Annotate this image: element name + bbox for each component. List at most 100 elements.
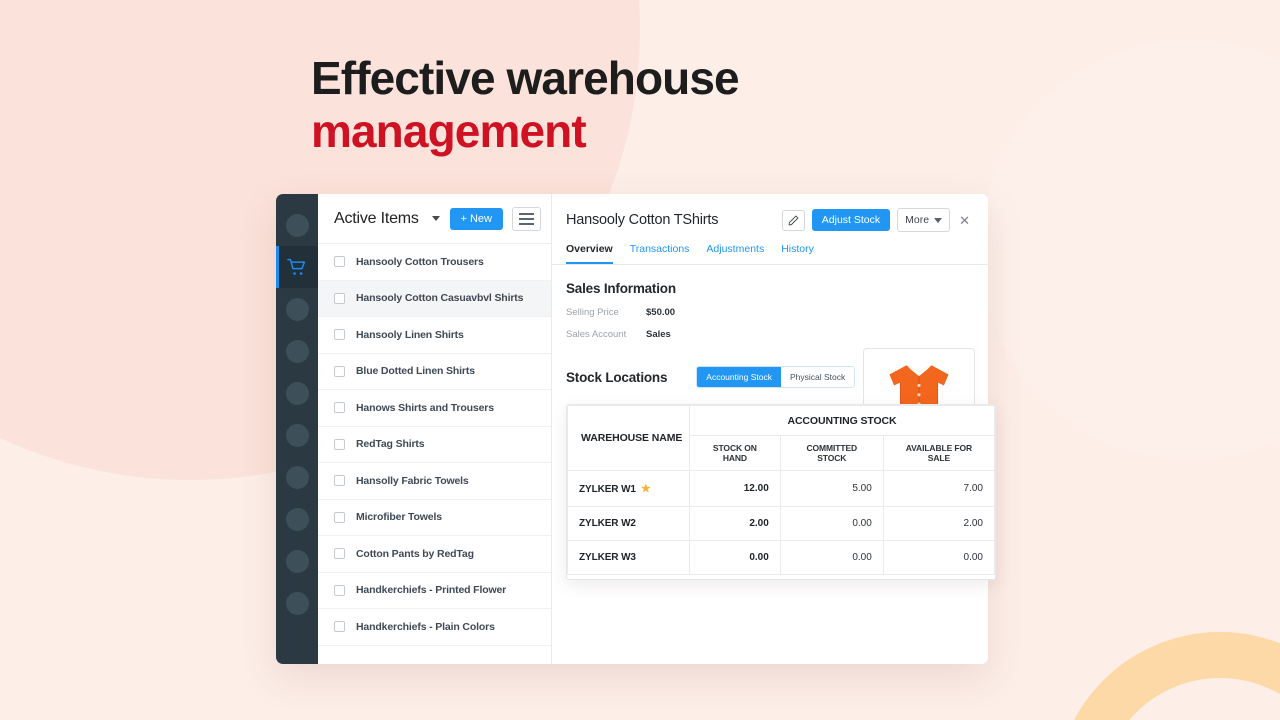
item-list-panel: Active Items + New Hansooly Cotton Trous… [318,194,552,664]
sidebar-item-nav-placeholder-4[interactable] [276,330,318,372]
column-header: STOCK ON HAND [689,435,781,471]
sidebar-item-nav-placeholder-6[interactable] [276,414,318,456]
list-item-label: Hansolly Fabric Towels [356,474,469,487]
tab-adjustments[interactable]: Adjustments [706,243,764,264]
tab-transactions[interactable]: Transactions [630,243,690,264]
row-checkbox[interactable] [334,511,345,523]
circle-icon [285,423,309,447]
list-item[interactable]: Hansooly Linen Shirts [318,317,551,354]
available-for-sale-cell: 2.00 [882,506,995,541]
list-item[interactable]: Blue Dotted Linen Shirts [318,354,551,390]
list-item[interactable]: Hansolly Fabric Towels [318,463,551,500]
circle-icon [285,297,309,321]
warehouse-label: ZYLKER W2 [579,518,636,529]
table-row[interactable]: ZYLKER W2 2.00 0.00 2.00 [567,506,995,541]
list-item[interactable]: Cotton Pants by RedTag [318,536,551,573]
sidebar-item-nav-placeholder-9[interactable] [276,540,318,582]
list-item-label: Handkerchiefs - Printed Flower [356,584,507,597]
star-icon: ★ [640,483,651,495]
table-row[interactable]: ZYLKER W3 0.00 0.00 0.00 [567,540,995,575]
stock-type-toggle: Accounting Stock Physical Stock [696,366,856,388]
sidebar-item-nav-placeholder-7[interactable] [276,456,318,498]
list-item-label: Hansooly Cotton Trousers [356,255,484,268]
available-for-sale-cell: 0.00 [882,540,995,575]
list-item[interactable]: Hansooly Cotton Trousers [318,244,551,281]
accounting-stock-group-header: ACCOUNTING STOCK [689,405,995,436]
stock-locations-heading: Stock Locations [566,369,668,385]
chevron-down-icon[interactable] [431,216,440,221]
shopping-cart-icon [287,258,307,276]
field-label: Sales Account [566,329,627,340]
chevron-down-icon [934,217,943,223]
list-item-label: Handkerchiefs - Plain Colors [356,620,495,633]
list-item[interactable]: Handkerchiefs - Plain Colors [318,609,551,646]
row-checkbox[interactable] [334,475,345,487]
circle-icon [285,339,309,363]
sidebar-item-nav-placeholder-3[interactable] [276,288,318,330]
toggle-physical-stock[interactable]: Physical Stock [780,367,855,387]
table-row[interactable]: ZYLKER W1 ★ 12.00 5.00 7.00 [567,470,995,507]
row-checkbox[interactable] [334,402,345,414]
page-title: Hansooly Cotton TShirts [566,212,719,228]
column-header: COMMITTED STOCK [779,435,884,471]
toggle-accounting-stock[interactable]: Accounting Stock [697,367,781,387]
headline-line-1: Effective warehouse [311,52,740,104]
new-item-button[interactable]: + New [449,207,503,230]
warehouse-stock-table: WAREHOUSE NAME ACCOUNTING STOCK STOCK ON… [566,404,996,580]
stock-on-hand-cell: 12.00 [689,470,781,507]
list-item-label: Microfiber Towels [356,511,442,524]
circle-icon [285,507,309,531]
promo-headline: Effective warehouse management [311,52,740,158]
list-item-label: Cotton Pants by RedTag [356,547,474,560]
available-for-sale-cell: 7.00 [882,470,995,507]
list-item[interactable]: Microfiber Towels [318,500,551,536]
row-checkbox[interactable] [334,256,345,268]
list-item-label: Blue Dotted Linen Shirts [356,365,475,378]
circle-icon [285,213,309,237]
sidebar-item-nav-inventory[interactable] [276,246,318,288]
list-item-label: Hansooly Cotton Casuavbvl Shirts [356,292,524,305]
pencil-icon[interactable] [781,209,805,231]
row-checkbox[interactable] [334,621,345,633]
circle-icon [285,465,309,489]
row-checkbox[interactable] [334,292,345,304]
close-icon[interactable]: ✕ [957,214,972,227]
sales-section-heading: Sales Information [566,281,676,296]
field-value: Sales [646,329,671,340]
stock-table-head: WAREHOUSE NAME ACCOUNTING STOCK STOCK ON… [567,405,995,471]
headline-line-2: management [311,104,587,157]
more-dropdown-button[interactable]: More [897,208,951,232]
row-checkbox[interactable] [334,365,345,377]
warehouse-name-header: WAREHOUSE NAME [567,405,690,471]
field-row: Sales Account Sales [566,329,974,340]
tab-history[interactable]: History [781,243,814,264]
item-list-title[interactable]: Active Items [334,210,419,228]
adjust-stock-button[interactable]: Adjust Stock [811,209,891,231]
field-label: Selling Price [566,307,619,318]
sidebar-item-nav-placeholder-10[interactable] [276,582,318,624]
list-item-label: RedTag Shirts [356,438,425,451]
hamburger-icon[interactable] [512,206,541,231]
stock-table: WAREHOUSE NAME ACCOUNTING STOCK STOCK ON… [567,405,995,575]
list-item[interactable]: Hanows Shirts and Trousers [318,390,551,427]
list-item-label: Hansooly Linen Shirts [356,328,464,341]
row-checkbox[interactable] [334,548,345,560]
list-item[interactable]: Hansooly Cotton Casuavbvl Shirts [318,280,551,317]
sidebar-item-nav-placeholder-1[interactable] [276,204,318,246]
detail-actions: Adjust Stock More ✕ [781,208,972,232]
sidebar-item-nav-placeholder-5[interactable] [276,372,318,414]
list-item[interactable]: RedTag Shirts [318,427,551,463]
row-checkbox[interactable] [334,329,345,341]
detail-tabs: Overview Transactions Adjustments History [552,232,988,265]
item-list-rows: Hansooly Cotton Trousers Hansooly Cotton … [318,244,551,664]
committed-stock-cell: 0.00 [779,506,884,541]
table-header-row-1: WAREHOUSE NAME ACCOUNTING STOCK [567,405,995,471]
list-item[interactable]: Handkerchiefs - Printed Flower [318,573,551,609]
row-checkbox[interactable] [334,584,345,596]
stock-on-hand-cell: 0.00 [689,540,781,575]
sidebar-item-nav-placeholder-8[interactable] [276,498,318,540]
sidebar-nav [276,194,318,664]
tab-overview[interactable]: Overview [566,243,613,264]
circle-icon [285,549,309,573]
row-checkbox[interactable] [334,438,345,450]
